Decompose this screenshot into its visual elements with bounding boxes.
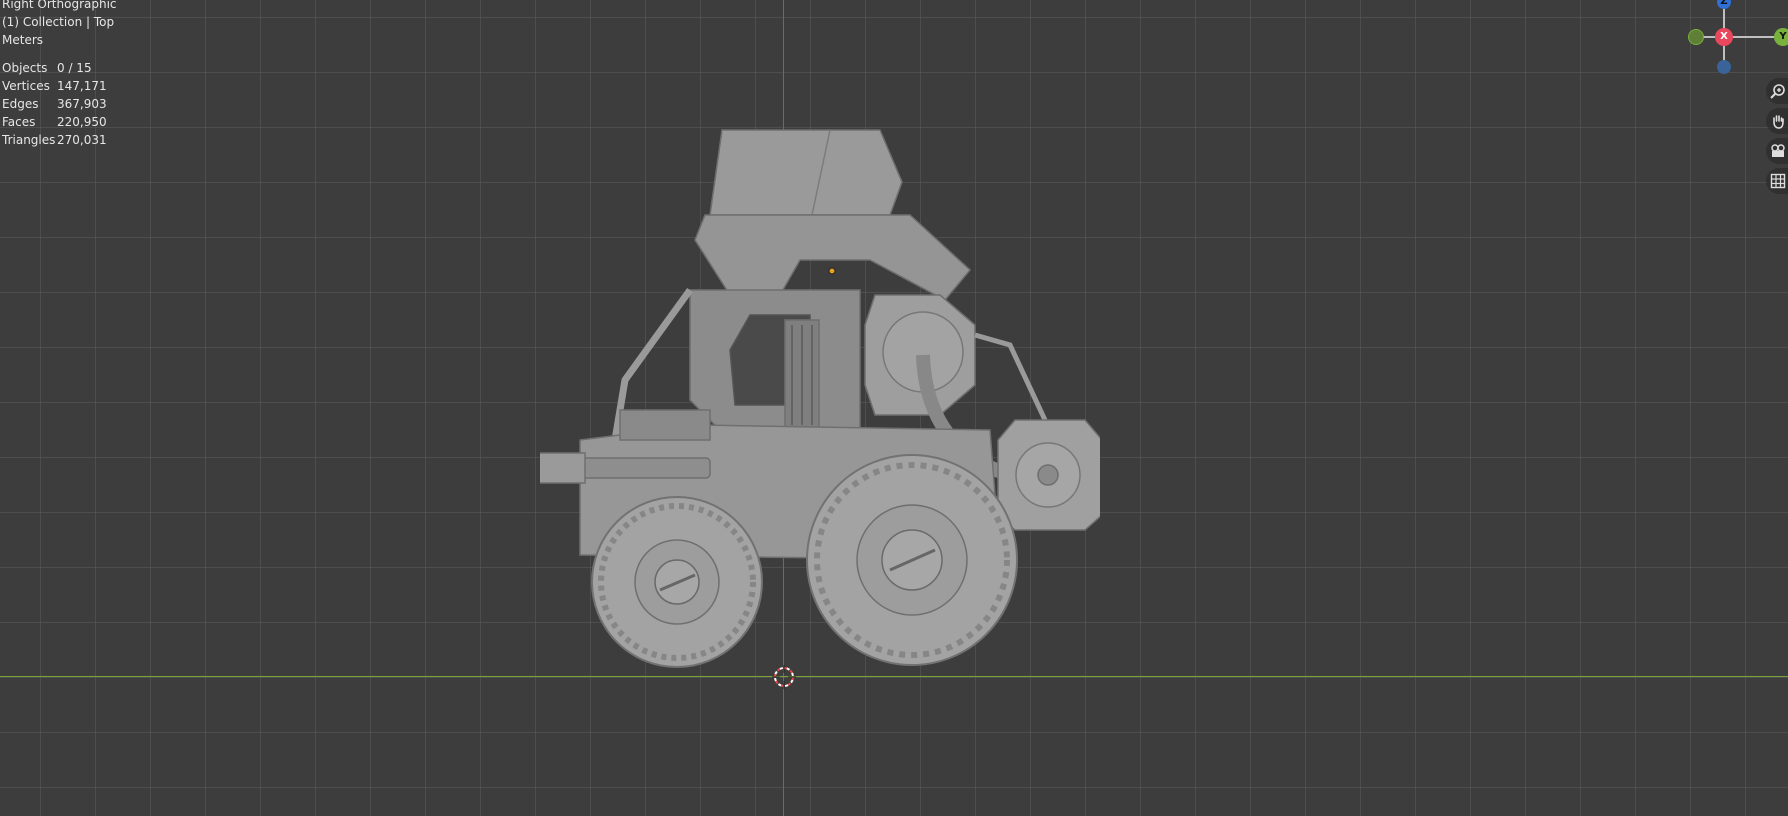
camera-tool-button[interactable] xyxy=(1766,138,1788,164)
stat-vertices: Vertices 147,171 xyxy=(2,79,107,93)
stat-triangles: Triangles 270,031 xyxy=(2,133,107,147)
stat-edges: Edges 367,903 xyxy=(2,97,107,111)
stat-objects: Objects 0 / 15 xyxy=(2,61,92,75)
scene-statistics: Objects 0 / 15 Vertices 147,171 Edges 367,9… xyxy=(2,59,117,149)
zoom-icon xyxy=(1770,84,1785,99)
3d-cursor[interactable] xyxy=(772,665,796,689)
gizmo-neg-y-axis[interactable] xyxy=(1688,29,1704,45)
upper-cab xyxy=(694,214,972,301)
rear-wheel xyxy=(806,454,1018,666)
viewport-info-overlay: Right Orthographic (1) Collection | Top … xyxy=(2,0,117,149)
object-origin-dot xyxy=(828,267,836,275)
grid-icon xyxy=(1770,173,1786,189)
view-name: Right Orthographic xyxy=(2,0,117,11)
grid-tool-button[interactable] xyxy=(1766,168,1788,194)
units-label: Meters xyxy=(2,33,44,47)
stat-faces: Faces 220,950 xyxy=(2,115,107,129)
gizmo-y-axis[interactable]: Y xyxy=(1774,28,1788,46)
gizmo-x-axis[interactable]: X xyxy=(1715,28,1733,46)
camera-icon xyxy=(1771,144,1785,157)
collection-info: (1) Collection | Top xyxy=(2,15,115,29)
zoom-tool-button[interactable] xyxy=(1766,78,1788,104)
viewport-navigation-tools xyxy=(1766,78,1788,198)
front-wheel xyxy=(591,496,763,668)
navigation-gizmo[interactable]: Z X Y xyxy=(1688,0,1788,80)
roof-box xyxy=(709,129,903,216)
vehicle-model[interactable] xyxy=(540,120,1100,680)
pan-tool-button[interactable] xyxy=(1766,108,1788,134)
gizmo-neg-z-axis[interactable] xyxy=(1717,60,1731,74)
gizmo-z-axis[interactable]: Z xyxy=(1717,0,1731,9)
hand-pan-icon xyxy=(1773,115,1784,129)
3d-viewport[interactable]: Right Orthographic (1) Collection | Top … xyxy=(0,0,1788,816)
